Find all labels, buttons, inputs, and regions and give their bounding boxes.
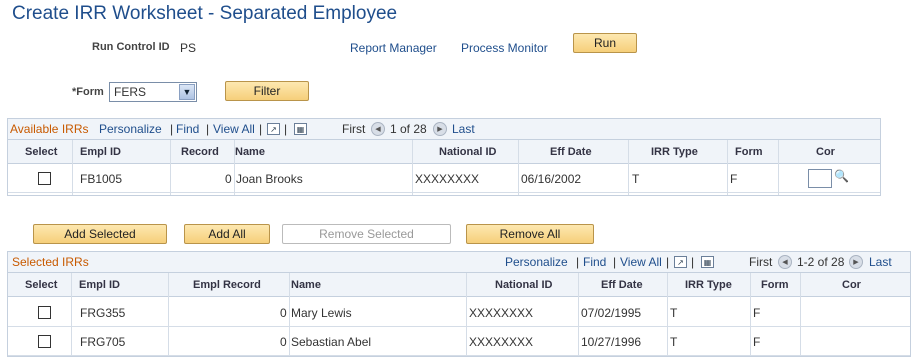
cell-form: F	[753, 306, 761, 320]
cell-eff-date: 07/02/1995	[581, 306, 642, 320]
col-cor: Cor	[842, 279, 861, 291]
previous-arrow-icon[interactable]: ◀	[778, 255, 792, 269]
available-find-link[interactable]: Find	[176, 122, 199, 136]
selected-personalize-link[interactable]: Personalize	[505, 255, 568, 269]
separator: |	[259, 122, 263, 136]
cell-eff-date: 06/16/2002	[521, 172, 582, 186]
run-control-label: Run Control ID	[92, 41, 170, 53]
col-empl-id: Empl ID	[79, 279, 120, 291]
add-all-button[interactable]: Add All	[184, 224, 270, 244]
cell-eff-date: 10/27/1996	[581, 335, 642, 349]
col-irr-type: IRR Type	[651, 146, 698, 158]
col-national-id: National ID	[439, 146, 497, 158]
cell-name: Joan Brooks	[236, 172, 303, 186]
next-arrow-icon[interactable]: ▶	[849, 255, 863, 269]
row-select-checkbox[interactable]	[38, 335, 51, 348]
selected-first-label: First	[749, 255, 773, 269]
col-select: Select	[25, 146, 58, 158]
col-select: Select	[25, 279, 58, 291]
cell-record: 0	[280, 306, 287, 320]
form-label: *Form	[72, 86, 104, 98]
search-icon[interactable]: 🔍	[834, 169, 849, 183]
row-select-checkbox[interactable]	[38, 306, 51, 319]
cell-form: F	[730, 172, 738, 186]
table-row: FRG705 0 Sebastian Abel XXXXXXXX 10/27/1…	[8, 328, 910, 356]
available-grid-header: Available IRRs Personalize | Find | View…	[8, 119, 880, 140]
download-grid-icon[interactable]: ▦	[294, 123, 307, 135]
form-select-value: FERS	[114, 85, 147, 99]
selected-column-header: Select Empl ID Empl Record Name National…	[8, 273, 910, 297]
add-selected-button[interactable]: Add Selected	[33, 224, 167, 244]
cell-national-id: XXXXXXXX	[469, 335, 534, 349]
col-cor: Cor	[816, 146, 835, 158]
selected-grid-title: Selected IRRs	[12, 255, 89, 269]
cell-name: Sebastian Abel	[291, 335, 372, 349]
selected-irrs-grid: Selected IRRs Personalize | Find | View …	[7, 251, 911, 357]
remove-all-button[interactable]: Remove All	[466, 224, 594, 244]
col-empl-id: Empl ID	[80, 146, 121, 158]
chevron-down-icon[interactable]: ▼	[179, 84, 195, 100]
separator: |	[206, 122, 210, 136]
col-name: Name	[291, 279, 321, 291]
cell-irr-type: T	[670, 306, 678, 320]
selected-grid-header: Selected IRRs Personalize | Find | View …	[8, 252, 910, 273]
cell-record: 0	[280, 335, 287, 349]
col-national-id: National ID	[495, 279, 553, 291]
selected-range: 1-2 of 28	[797, 255, 845, 269]
cell-national-id: XXXXXXXX	[469, 306, 534, 320]
available-personalize-link[interactable]: Personalize	[99, 122, 162, 136]
selected-last-link[interactable]: Last	[869, 255, 892, 269]
cell-name: Mary Lewis	[291, 306, 352, 320]
cell-empl-id: FRG355	[80, 306, 126, 320]
cell-national-id: XXXXXXXX	[415, 172, 480, 186]
process-monitor-link[interactable]: Process Monitor	[461, 41, 548, 55]
table-row: FRG355 0 Mary Lewis XXXXXXXX 07/02/1995 …	[8, 299, 910, 327]
separator: |	[284, 122, 288, 136]
col-eff-date: Eff Date	[550, 146, 592, 158]
col-name: Name	[235, 146, 265, 158]
row-select-checkbox[interactable]	[38, 172, 51, 185]
run-button[interactable]: Run	[573, 33, 637, 53]
available-first-label: First	[342, 122, 366, 136]
cell-empl-id: FB1005	[80, 172, 123, 186]
table-row: FB1005 0 Joan Brooks XXXXXXXX 06/16/2002…	[8, 165, 880, 193]
form-select[interactable]: FERS ▼	[109, 82, 197, 102]
available-column-header: Select Empl ID Record Name National ID E…	[8, 140, 880, 164]
col-irr-type: IRR Type	[685, 279, 732, 291]
next-arrow-icon[interactable]: ▶	[433, 122, 447, 136]
separator: |	[170, 122, 174, 136]
previous-arrow-icon[interactable]: ◀	[371, 122, 385, 136]
selected-view-all-link[interactable]: View All	[620, 255, 662, 269]
separator: |	[613, 255, 617, 269]
new-window-icon[interactable]: ↗	[267, 123, 280, 135]
separator: |	[691, 255, 695, 269]
col-record: Record	[181, 146, 219, 158]
cell-record: 0	[225, 172, 232, 186]
available-view-all-link[interactable]: View All	[213, 122, 255, 136]
separator: |	[666, 255, 670, 269]
available-last-link[interactable]: Last	[452, 122, 475, 136]
new-window-icon[interactable]: ↗	[674, 256, 687, 268]
available-grid-title: Available IRRs	[10, 122, 89, 136]
selected-find-link[interactable]: Find	[583, 255, 606, 269]
available-irrs-grid: Available IRRs Personalize | Find | View…	[7, 118, 881, 196]
filter-button[interactable]: Filter	[225, 81, 309, 101]
cell-form: F	[753, 335, 761, 349]
separator: |	[576, 255, 580, 269]
download-grid-icon[interactable]: ▦	[701, 256, 714, 268]
col-empl-record: Empl Record	[193, 279, 261, 291]
cell-empl-id: FRG705	[80, 335, 126, 349]
page-title: Create IRR Worksheet - Separated Employe…	[12, 3, 398, 24]
col-form: Form	[761, 279, 789, 291]
col-eff-date: Eff Date	[601, 279, 643, 291]
col-form: Form	[735, 146, 763, 158]
cor-input[interactable]	[808, 169, 832, 188]
run-control-value: PS	[180, 41, 197, 55]
remove-selected-button: Remove Selected	[282, 224, 451, 244]
available-range: 1 of 28	[390, 122, 427, 136]
cell-irr-type: T	[632, 172, 640, 186]
report-manager-link[interactable]: Report Manager	[350, 41, 437, 55]
cell-irr-type: T	[670, 335, 678, 349]
